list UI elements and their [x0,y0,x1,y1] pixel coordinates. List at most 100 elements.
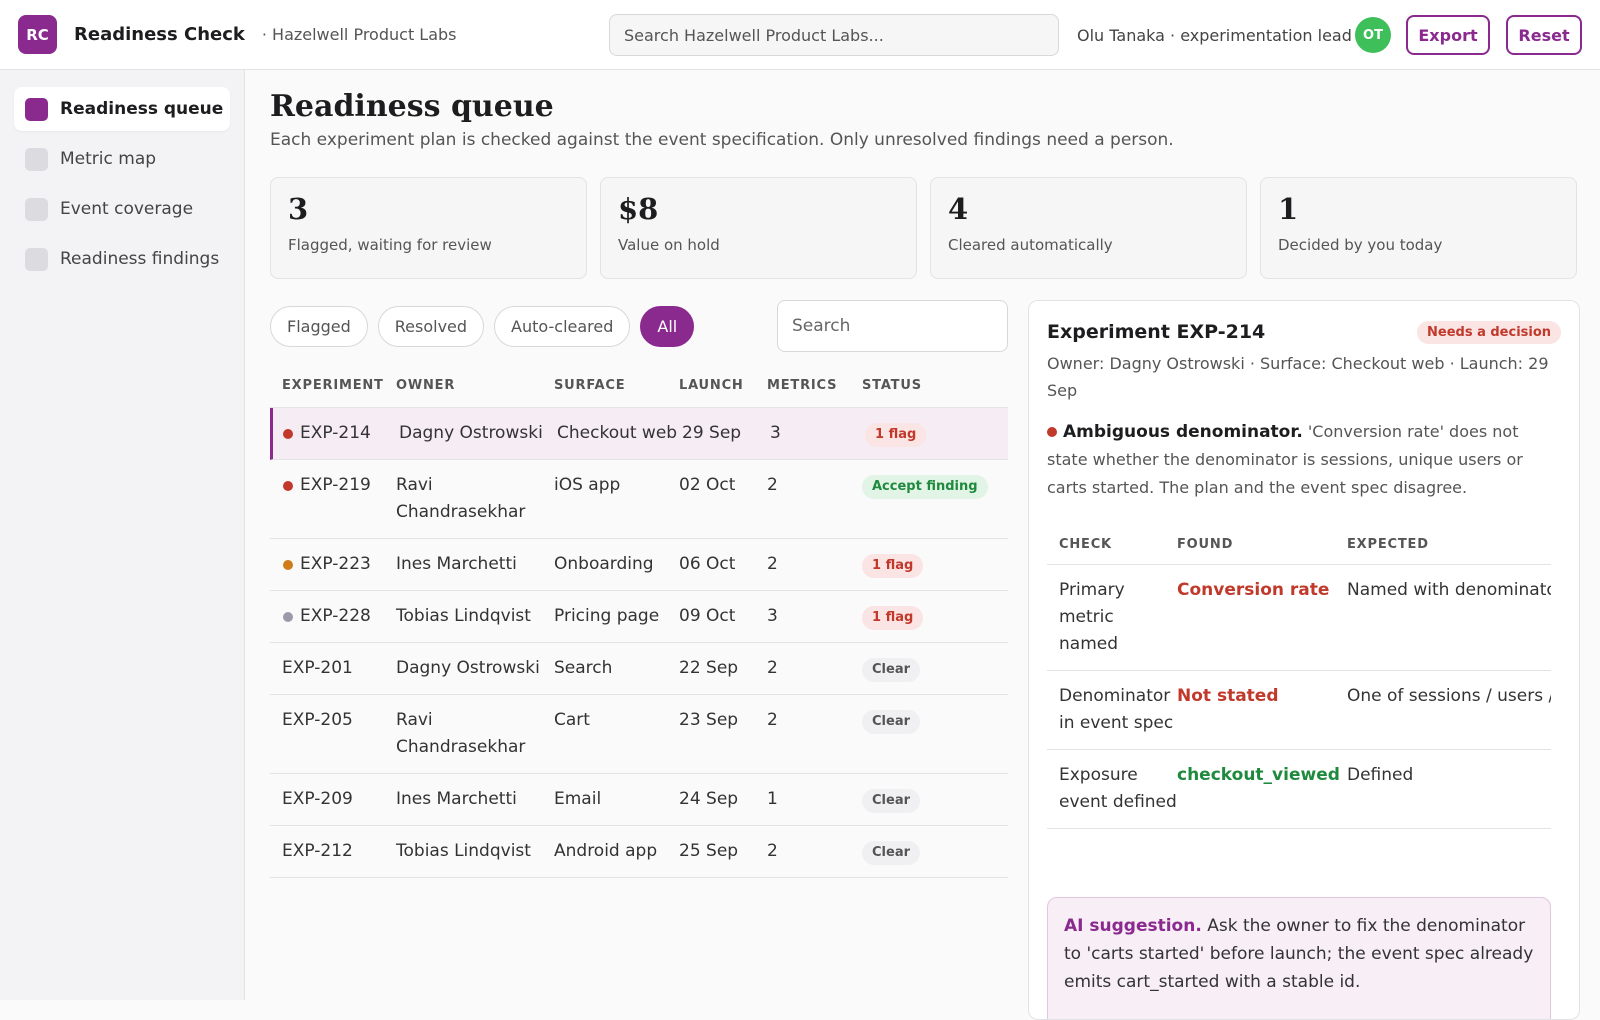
cell-owner: Tobias Lindqvist [396,841,531,861]
filter-chip-auto-cleared[interactable]: Auto-cleared [494,306,631,347]
check-row: Exposure event defined checkout_viewed D… [1047,750,1551,829]
check-found: checkout_viewed [1177,765,1340,785]
cell-launch: 23 Sep [679,710,739,730]
table-row[interactable]: EXP-212 Tobias Lindqvist Android app 25 Sep… [270,826,1008,878]
ai-suggestion-label: AI suggestion. [1064,916,1202,936]
sidebar-item-label: Metric map [60,149,157,169]
experiment-id: EXP-201 [282,658,353,678]
sidebar-item-metric-map[interactable]: Metric map [14,137,230,181]
table-row[interactable]: EXP-228 Tobias Lindqvist Pricing page 09 Oc… [270,591,1008,643]
stat-value: 1 [1278,192,1299,226]
cell-metrics: 3 [770,423,781,443]
cell-status: Clear [862,707,1002,761]
global-search-input[interactable] [609,14,1059,56]
ai-suggestion: AI suggestion. Ask the owner to fix the … [1047,897,1551,1019]
nav-square-icon [25,97,48,121]
check-row: Primary metric named Conversion rate Nam… [1047,565,1551,671]
status-dot-icon [283,612,293,622]
status-badge: Clear [862,841,920,865]
stat-label: Cleared automatically [948,236,1113,254]
filter-chip-resolved[interactable]: Resolved [377,306,485,347]
stat-card-cleared: 4 Cleared automatically [930,177,1247,279]
cell-status: 1 flag [862,551,1002,578]
cell-surface: Onboarding [554,554,654,574]
experiment-id: EXP-209 [282,789,353,809]
sidebar-item-event-coverage[interactable]: Event coverage [14,187,230,231]
user-name: Olu Tanaka · experimentation lead [1077,25,1352,45]
status-dot-icon [283,560,293,570]
cell-id: EXP-205 [270,707,396,761]
cell-id: EXP-219 [270,472,396,526]
experiment-id: EXP-228 [300,606,371,626]
table-row[interactable]: EXP-209 Ines Marchetti Email 24 Sep 1 Clear [270,774,1008,826]
check-expected: Named with denominator [1347,580,1551,600]
column-header-experiment[interactable]: EXPERIMENT [270,378,396,393]
cell-id: EXP-209 [270,786,396,813]
page-title: Readiness queue [270,89,554,124]
experiment-id: EXP-205 [282,710,353,730]
filter-chip-flagged[interactable]: Flagged [270,306,368,347]
cell-status: Clear [862,838,1002,865]
cell-launch: 25 Sep [679,841,739,861]
experiment-table: EXPERIMENT OWNER SURFACE LAUNCH METRICS … [270,364,1008,878]
status-dot-icon [283,481,293,491]
cell-id: EXP-228 [270,603,396,630]
filter-chip-all[interactable]: All [640,306,695,347]
cell-surface: Cart [554,710,590,730]
cell-owner: Ines Marchetti [396,554,517,574]
detail-meta: Owner: Dagny Ostrowski · Surface: Checko… [1047,354,1549,400]
stat-label: Decided by you today [1278,236,1443,254]
cell-launch: 29 Sep [682,423,742,443]
cell-status: 1 flag [865,420,1005,447]
check-found: Not stated [1177,686,1279,706]
cell-metrics: 2 [767,554,778,574]
table-row[interactable]: EXP-223 Ines Marchetti Onboarding 06 Oct 2 1 … [270,539,1008,591]
stat-label: Value on hold [618,236,720,254]
column-header-status[interactable]: STATUS [862,378,1002,393]
cell-owner: Ravi Chandrasekhar [396,475,526,522]
status-badge: Clear [862,710,920,734]
column-header-check: CHECK [1059,537,1112,552]
column-header-surface[interactable]: SURFACE [554,378,679,393]
cell-surface: Pricing page [554,606,660,626]
cell-metrics: 2 [767,710,778,730]
table-row[interactable]: EXP-205 Ravi Chandrasekhar Cart 23 Sep 2 Clea… [270,695,1008,774]
cell-metrics: 3 [767,606,778,626]
sidebar-item-readiness-queue[interactable]: Readiness queue [14,87,230,131]
cell-owner: Ines Marchetti [396,789,517,809]
table-search-input[interactable] [777,300,1008,352]
status-badge: Needs a decision [1417,321,1562,344]
sidebar-item-label: Readiness queue [60,99,224,119]
checks-header: CHECK FOUND EXPECTED [1047,525,1551,565]
cell-surface: Email [554,789,602,809]
finding-dot-icon [1047,427,1057,437]
nav-square-icon [25,197,48,221]
check-name: Primary metric named [1059,580,1125,654]
column-header-launch[interactable]: LAUNCH [679,378,767,393]
sidebar-item-label: Readiness findings [60,249,220,269]
column-header-metrics[interactable]: METRICS [767,378,862,393]
check-expected: One of sessions / users / carts [1347,686,1551,706]
cell-status: 1 flag [862,603,1002,630]
check-found: Conversion rate [1177,580,1330,600]
sidebar-item-label: Event coverage [60,199,194,219]
status-badge: 1 flag [862,606,924,630]
table-body: EXP-214 Dagny Ostrowski Checkout web 29 Sep… [270,408,1008,878]
cell-status: Accept finding [862,472,1002,526]
status-badge: 1 flag [865,423,927,447]
check-name: Denominator in event spec [1059,686,1174,733]
avatar[interactable]: OT [1355,17,1391,53]
table-row[interactable]: EXP-219 Ravi Chandrasekhar iOS app 02 Oct 2 A… [270,460,1008,539]
sidebar-item-readiness-findings[interactable]: Readiness findings [14,237,230,281]
experiment-id: EXP-223 [300,554,371,574]
table-row[interactable]: EXP-201 Dagny Ostrowski Search 22 Sep 2 Clear [270,643,1008,695]
check-name: Exposure event defined [1059,765,1177,812]
column-header-owner[interactable]: OWNER [396,378,554,393]
table-row[interactable]: EXP-214 Dagny Ostrowski Checkout web 29 Sep… [270,408,1008,460]
finding-title: Ambiguous denominator. [1063,422,1303,442]
accept-finding-button[interactable]: Accept finding [862,475,988,499]
export-button[interactable]: Export [1406,15,1490,55]
reset-button[interactable]: Reset [1506,15,1582,55]
cell-launch: 09 Oct [679,606,736,626]
org-name: · Hazelwell Product Labs [261,25,457,44]
